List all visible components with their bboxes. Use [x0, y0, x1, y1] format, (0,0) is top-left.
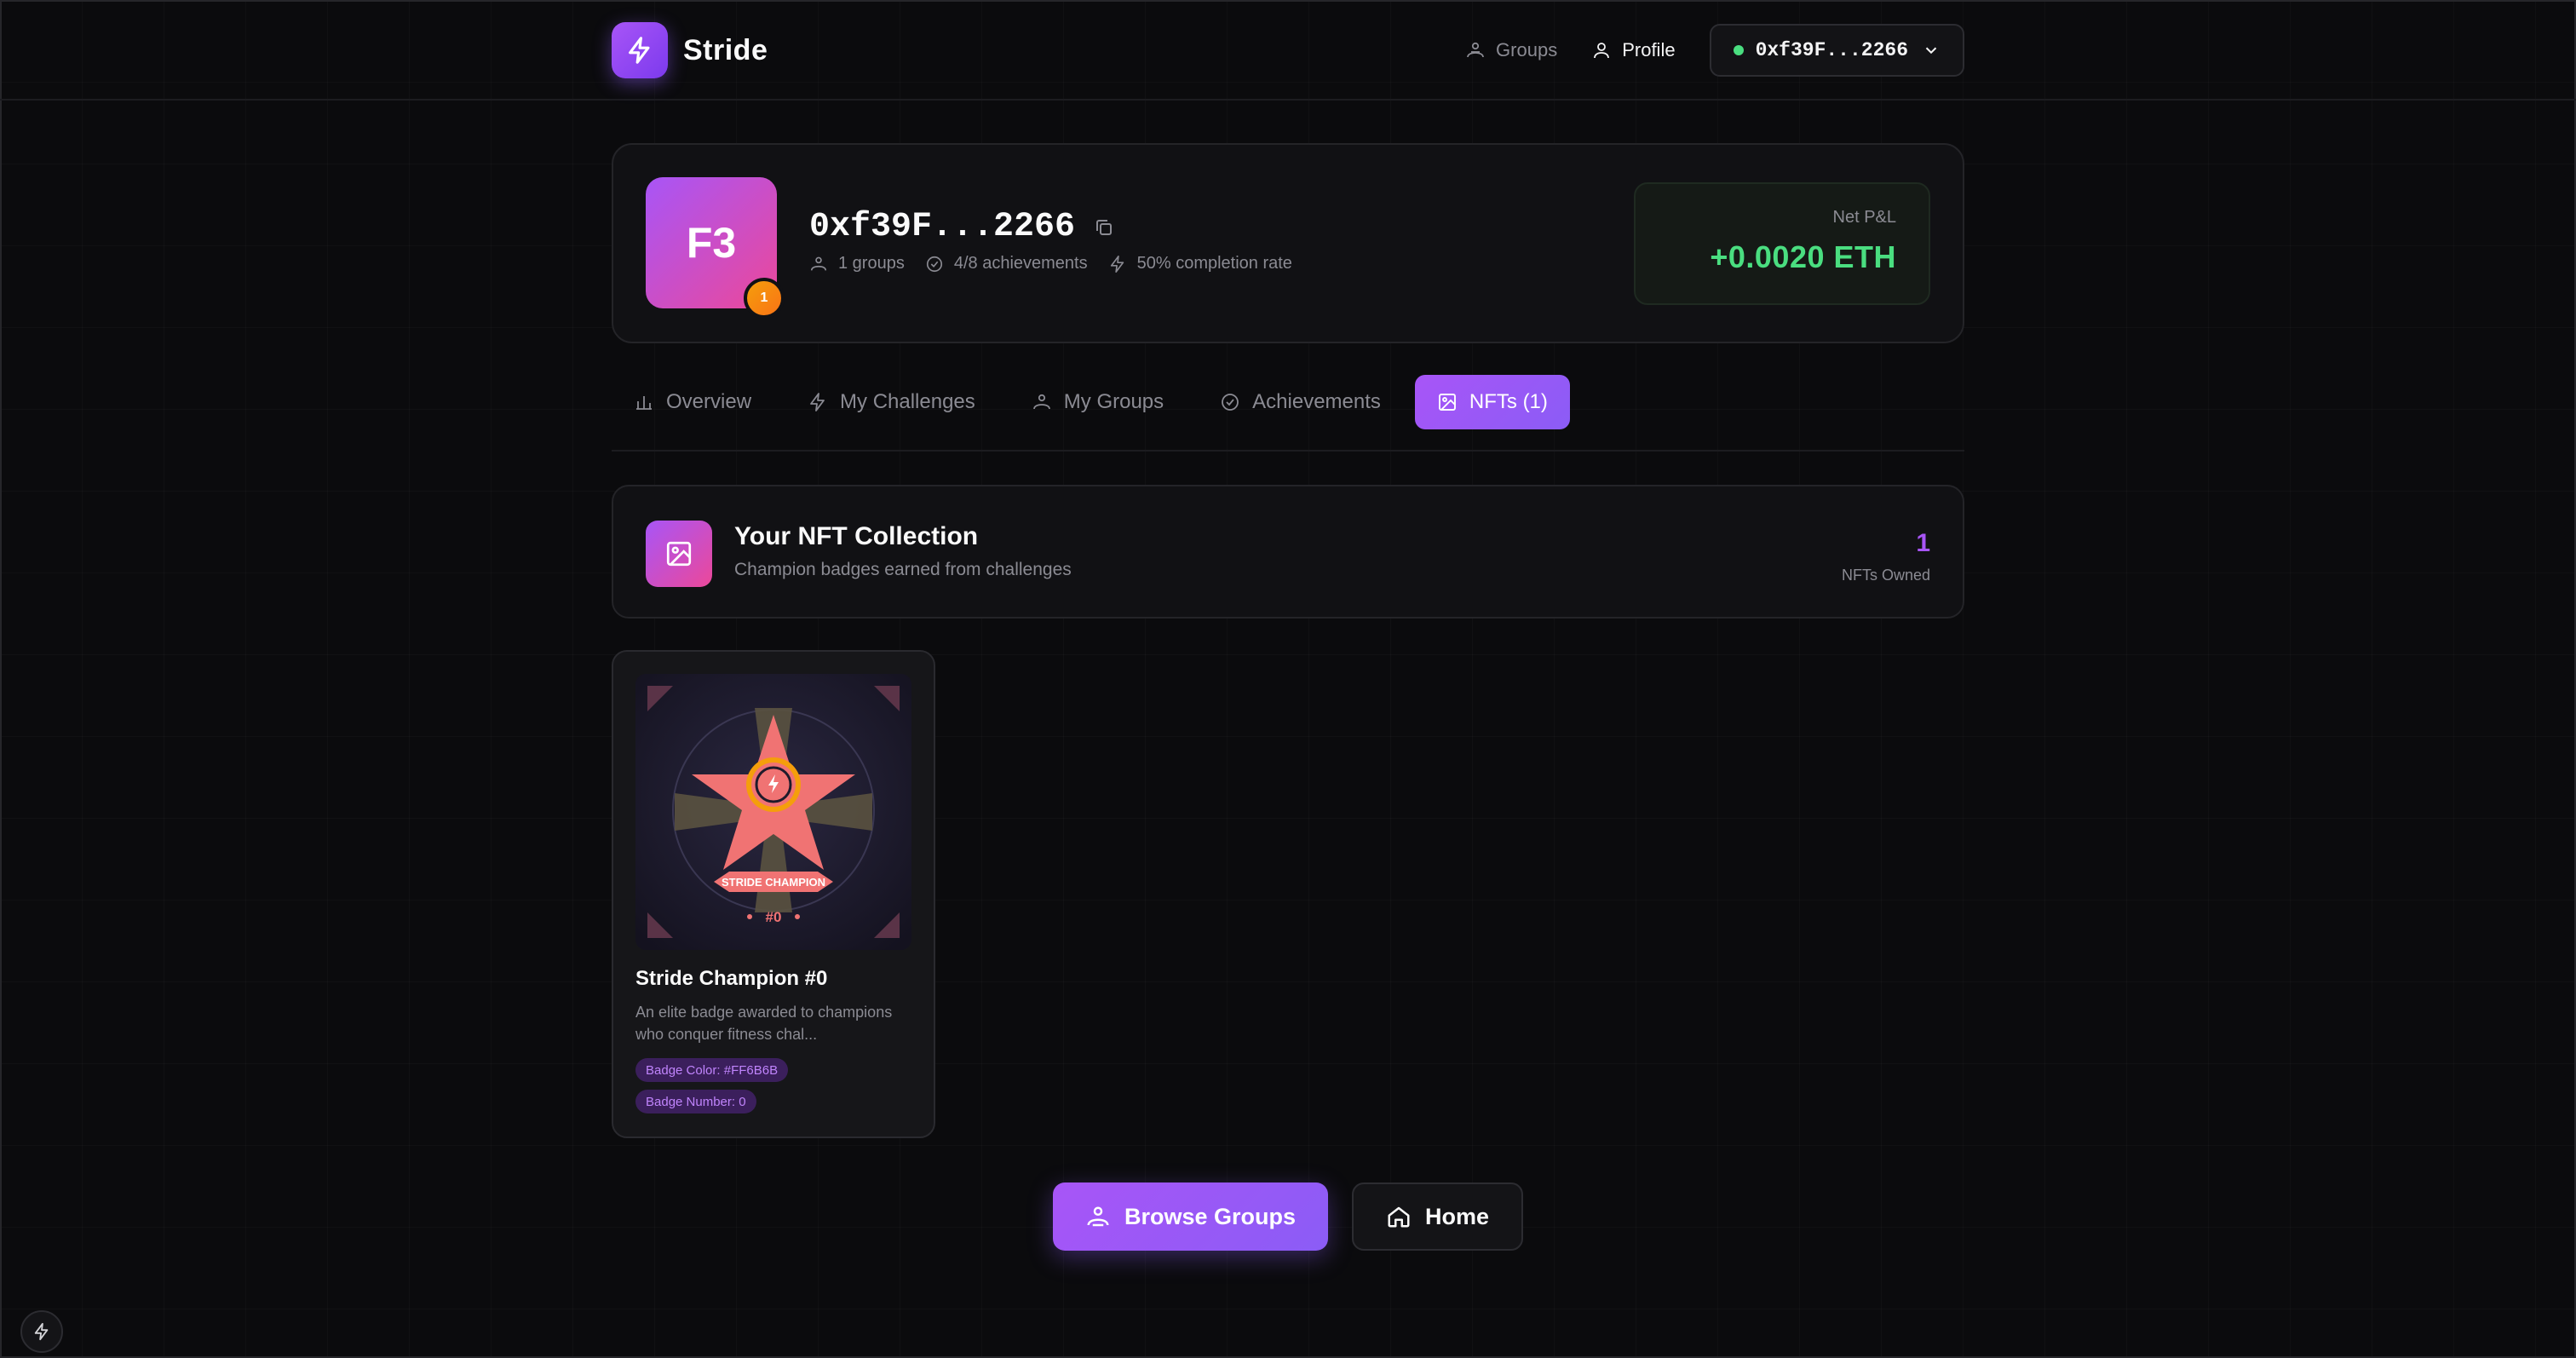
users-icon [810, 256, 827, 270]
nav-profile-link[interactable]: Profile [1591, 39, 1676, 61]
tab-overview-label: Overview [666, 390, 752, 413]
profile-tabs: Overview My Challenges My Groups Achieve… [612, 375, 1964, 452]
tab-my-groups[interactable]: My Groups [1009, 375, 1186, 429]
home-button[interactable]: Home [1352, 1182, 1524, 1251]
tab-achievements[interactable]: Achievements [1198, 375, 1403, 429]
profile-address-row: 0xf39F...2266 [809, 208, 1114, 246]
level-badge: 1 [744, 278, 785, 319]
bar-chart-icon [636, 396, 652, 410]
wallet-dropdown-button[interactable]: 0xf39F...2266 [1709, 24, 1964, 77]
nav-groups-link[interactable]: Groups [1465, 39, 1557, 61]
net-pnl-value: +0.0020 ETH [1710, 239, 1896, 274]
tab-nfts[interactable]: NFTs (1) [1414, 375, 1570, 429]
wallet-address: 0xf39F...2266 [1755, 39, 1908, 61]
lightning-icon [810, 393, 825, 411]
check-circle-icon [1222, 394, 1239, 411]
nft-description: An elite badge awarded to champions who … [635, 1004, 893, 1043]
check-circle-icon [926, 256, 942, 272]
lightning-icon [34, 1322, 49, 1341]
floating-lightning-button[interactable] [20, 1310, 63, 1353]
nft-badge-image: STRIDE CHAMPION #0 [635, 674, 911, 950]
image-icon [1438, 394, 1456, 411]
stat-groups: 1 groups [809, 254, 905, 273]
nft-count: 1 [1916, 529, 1930, 557]
stat-groups-text: 1 groups [838, 254, 905, 273]
copy-icon[interactable] [1094, 217, 1114, 238]
bottom-actions: Browse Groups Home [0, 1182, 2576, 1251]
image-icon [646, 521, 712, 587]
tab-nfts-label: NFTs (1) [1469, 390, 1548, 413]
net-pnl-label: Net P&L [1832, 208, 1896, 227]
lightning-icon [1110, 255, 1124, 273]
profile-header-card: F3 1 0xf39F...2266 1 groups 4/8 achievem… [612, 143, 1964, 343]
collection-title: Your NFT Collection [734, 522, 979, 550]
tab-my-challenges-label: My Challenges [840, 390, 975, 413]
avatar-initials: F3 [686, 219, 737, 267]
users-icon [1032, 394, 1050, 410]
home-icon [1388, 1206, 1410, 1228]
stat-completion: 50% completion rate [1108, 254, 1292, 273]
stat-completion-text: 50% completion rate [1136, 254, 1292, 273]
nft-attribute-badge-number: Badge Number: 0 [635, 1090, 756, 1113]
stat-achievements: 4/8 achievements [925, 254, 1088, 273]
header-nav: Groups Profile 0xf39F...2266 [1465, 24, 1964, 77]
tab-overview[interactable]: Overview [612, 375, 773, 429]
browse-groups-button[interactable]: Browse Groups [1052, 1182, 1329, 1251]
users-icon [1087, 1206, 1109, 1227]
lightning-logo-icon [612, 22, 668, 78]
net-pnl-box: Net P&L +0.0020 ETH [1634, 182, 1930, 305]
nft-collection-card: Your NFT Collection Champion badges earn… [612, 485, 1964, 619]
level-number: 1 [760, 291, 768, 305]
tab-my-challenges[interactable]: My Challenges [785, 375, 998, 429]
user-icon [1594, 43, 1610, 59]
tab-my-groups-label: My Groups [1063, 390, 1164, 413]
browse-groups-label: Browse Groups [1124, 1203, 1297, 1229]
nft-badge-number: #0 [766, 909, 782, 925]
nav-groups-label: Groups [1496, 39, 1558, 60]
nft-attribute-badge-color: Badge Color: #FF6B6B [635, 1058, 789, 1082]
profile-address: 0xf39F...2266 [809, 208, 1076, 246]
app-name: Stride [683, 33, 768, 66]
chevron-down-icon [1925, 47, 1937, 55]
top-navigation-bar [0, 0, 2576, 101]
app-logo[interactable]: Stride [612, 22, 768, 78]
profile-stats: 1 groups 4/8 achievements 50% completion… [809, 254, 1313, 273]
nav-profile-label: Profile [1622, 39, 1676, 60]
nft-badge-ribbon-text: STRIDE CHAMPION [722, 876, 825, 889]
users-icon [1467, 42, 1484, 58]
tab-achievements-label: Achievements [1252, 390, 1381, 413]
home-label: Home [1425, 1203, 1490, 1229]
collection-subtitle: Champion badges earned from challenges [734, 560, 1072, 579]
wallet-connected-dot [1733, 45, 1744, 55]
nft-name: Stride Champion #0 [635, 967, 828, 990]
nft-count-label: NFTs Owned [1841, 567, 1930, 584]
nft-card[interactable]: STRIDE CHAMPION #0 Stride Champion #0 An… [612, 650, 935, 1138]
stat-achievements-text: 4/8 achievements [953, 254, 1088, 273]
